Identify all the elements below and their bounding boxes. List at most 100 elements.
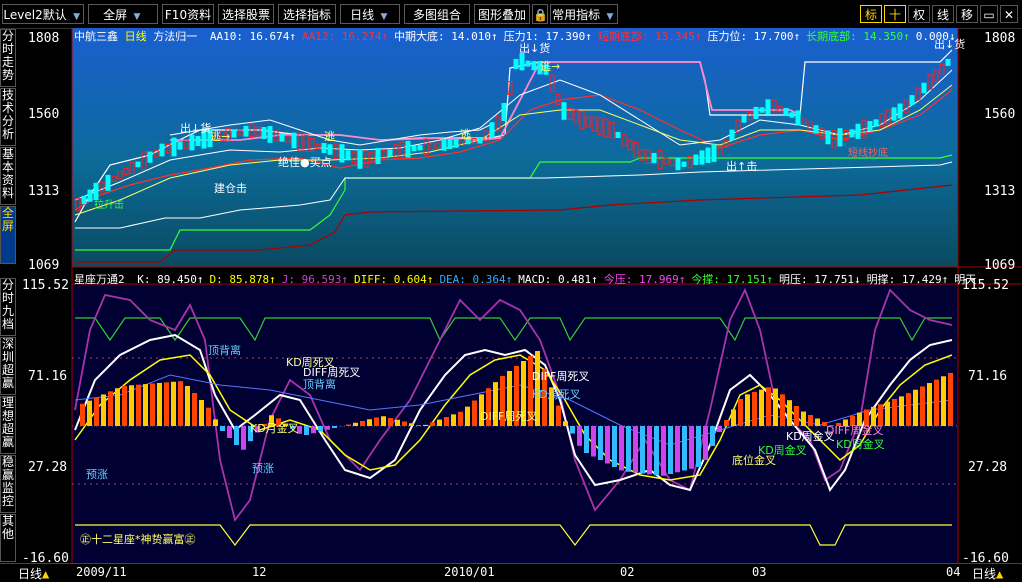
macd-bar (416, 425, 421, 426)
macd-bar (794, 406, 799, 426)
macd-bar (577, 426, 582, 446)
macd-bar (605, 426, 610, 464)
macd-bar (738, 399, 743, 426)
macd-bar (773, 389, 778, 427)
macd-bar (353, 423, 358, 426)
macd-bar (689, 426, 694, 469)
period-indicator-left[interactable]: 日线▲ (18, 565, 49, 582)
indicator-value: 今撑: 17.151↑ (691, 273, 773, 286)
signal-label: DIFF周金叉 (826, 422, 883, 438)
macd-bar (906, 393, 911, 426)
macd-bar (367, 419, 372, 426)
macd-bar (192, 393, 197, 426)
signal-label: 底位金叉 (732, 452, 776, 468)
period-indicator-right[interactable]: 日线▲ (972, 565, 1003, 582)
macd-bar (374, 418, 379, 427)
x-axis-label: 04 (946, 565, 960, 579)
signal-label: 绝佳●买点 (278, 154, 332, 170)
signal-label: 逃→ (540, 58, 560, 74)
indicator-value: D: 85.878↑ (209, 273, 275, 286)
sub-y-label-right: 27.28 (968, 460, 1007, 475)
macd-bar (220, 426, 225, 431)
macd-bar (227, 426, 232, 438)
macd-bar (444, 417, 449, 426)
signal-label: 逃 (460, 126, 471, 142)
x-axis-label: 2009/11 (76, 565, 127, 579)
bottom-bar (0, 563, 1022, 582)
macd-bar (766, 387, 771, 426)
main-y-label-left: 1069 (28, 258, 59, 273)
sub-y-label-left: 115.52 (22, 278, 69, 293)
macd-bar (206, 408, 211, 426)
macd-bar (787, 400, 792, 426)
period-name: 日线 (125, 30, 147, 43)
macd-bar (325, 426, 330, 430)
indicator-value: AA10: 16.674↑ (210, 30, 296, 43)
macd-bar (213, 419, 218, 426)
macd-bar (178, 381, 183, 426)
main-y-label-right: 1069 (984, 258, 1015, 273)
indicator-value: 压力位: 17.700↑ (708, 30, 801, 43)
main-y-label-left: 1560 (28, 107, 59, 122)
sub-y-label-left: 27.28 (28, 460, 67, 475)
macd-bar (409, 423, 414, 426)
macd-bar (395, 420, 400, 426)
macd-bar (892, 399, 897, 426)
signal-label: 出↓货 (180, 120, 211, 136)
macd-bar (570, 426, 575, 434)
macd-bar-layer (0, 0, 1022, 581)
macd-bar (563, 421, 568, 426)
macd-bar (598, 426, 603, 460)
macd-bar (703, 426, 708, 460)
macd-bar (661, 426, 666, 476)
x-axis-label: 2010/01 (444, 565, 495, 579)
macd-bar (87, 401, 92, 426)
signal-label: KD周死叉 (532, 386, 581, 402)
macd-bar (724, 420, 729, 426)
macd-bar (129, 385, 134, 426)
macd-bar (920, 386, 925, 426)
sub-y-label-left: 71.16 (28, 369, 67, 384)
macd-bar (675, 426, 680, 472)
macd-bar (710, 426, 715, 446)
sub-chart-title: 星座万通2 (74, 273, 125, 286)
signal-label: 建仓击 (214, 180, 247, 196)
macd-bar (199, 400, 204, 426)
stock-name: 中航三鑫 (74, 30, 118, 43)
indicator-value: MACD: 0.481↑ (518, 273, 597, 286)
macd-bar (346, 425, 351, 427)
macd-bar (122, 386, 127, 426)
macd-bar (619, 426, 624, 471)
macd-bar (185, 386, 190, 426)
indicator-value: 长期底部: 14.350↑ (806, 30, 910, 43)
indicator-value: K: 89.450↑ (137, 273, 203, 286)
x-axis-label: 03 (752, 565, 766, 579)
macd-bar (626, 426, 631, 472)
indicator-value: 明压: 17.751↓ (779, 273, 861, 286)
main-y-label-right: 1808 (984, 31, 1015, 46)
indicator-value: 今压: 17.969↑ (604, 273, 686, 286)
macd-bar (458, 412, 463, 426)
macd-bar (332, 426, 337, 428)
macd-bar (654, 426, 659, 475)
macd-bar (731, 410, 736, 427)
signal-label: 预涨 (86, 466, 108, 482)
main-y-label-right: 1313 (984, 184, 1015, 199)
macd-bar (745, 394, 750, 426)
x-axis-label: 12 (252, 565, 266, 579)
indicator-value: J: 96.593↑ (282, 273, 348, 286)
macd-bar (682, 426, 687, 471)
macd-bar (759, 390, 764, 426)
period-indicator-label: 日线 (18, 567, 42, 581)
macd-bar (668, 426, 673, 474)
macd-bar (136, 385, 141, 426)
macd-bar (780, 394, 785, 426)
macd-bar (80, 404, 85, 426)
macd-bar (381, 416, 386, 426)
macd-bar (311, 426, 316, 433)
macd-bar (941, 376, 946, 426)
macd-bar (164, 382, 169, 426)
signal-label: KD周金叉 (836, 436, 885, 452)
macd-bar (899, 396, 904, 426)
macd-bar (640, 426, 645, 474)
